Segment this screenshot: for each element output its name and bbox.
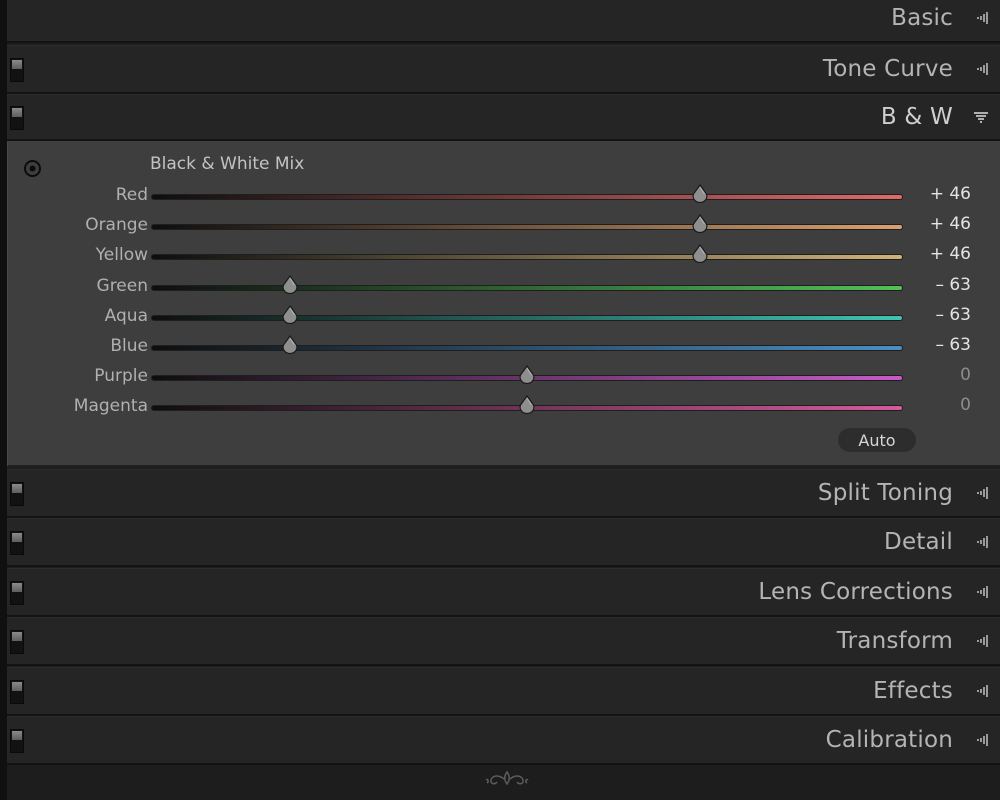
triangle-left-icon[interactable]	[972, 633, 990, 649]
panel-header-calibration[interactable]: Calibration	[7, 716, 1000, 765]
panel-header-lens-corrections[interactable]: Lens Corrections	[7, 568, 1000, 617]
panel-toggle-detail[interactable]	[10, 531, 24, 555]
panel-title-split-toning: Split Toning	[817, 480, 953, 506]
slider-track-yellow[interactable]	[151, 254, 903, 261]
slider-thumb-purple[interactable]	[518, 365, 536, 385]
slider-thumb-red[interactable]	[691, 184, 709, 204]
develop-panel-stack: Basic Tone Curve B & W Black & White Mix…	[0, 0, 1000, 800]
slider-track-orange[interactable]	[151, 224, 903, 231]
panel-title-calibration: Calibration	[825, 727, 953, 753]
slider-track-red[interactable]	[151, 194, 903, 200]
panel-header-split-toning[interactable]: Split Toning	[7, 469, 1000, 518]
panel-title-lens-corrections: Lens Corrections	[758, 579, 953, 605]
triangle-left-icon[interactable]	[972, 534, 990, 550]
triangle-left-icon[interactable]	[972, 10, 990, 26]
triangle-left-icon[interactable]	[972, 683, 990, 699]
slider-label-aqua: Aqua	[104, 305, 148, 326]
slider-row-aqua: Aqua – 63	[8, 303, 1000, 333]
slider-label-purple: Purple	[94, 366, 148, 387]
triangle-left-icon[interactable]	[972, 584, 990, 600]
slider-thumb-orange[interactable]	[691, 214, 709, 234]
triangle-down-icon[interactable]	[972, 109, 990, 125]
section-title-bw-mix: Black & White Mix	[150, 154, 305, 174]
slider-row-yellow: Yellow + 46	[8, 242, 1000, 272]
slider-label-green: Green	[96, 275, 148, 296]
slider-value-aqua[interactable]: – 63	[913, 305, 971, 325]
panel-header-basic[interactable]: Basic	[7, 0, 1000, 43]
panel-toggle-split-toning[interactable]	[10, 482, 24, 506]
slider-thumb-green[interactable]	[281, 274, 299, 295]
slider-track-aqua[interactable]	[151, 314, 903, 321]
panel-end-ornament-icon	[482, 768, 532, 790]
panel-body-bw: Black & White Mix Red + 46 Orange + 46 Yello…	[7, 141, 1000, 467]
slider-label-blue: Blue	[110, 336, 148, 356]
slider-label-magenta: Magenta	[73, 396, 148, 417]
panel-toggle-transform[interactable]	[10, 630, 24, 654]
slider-label-red: Red	[115, 185, 148, 205]
slider-track-blue[interactable]	[151, 345, 903, 351]
slider-row-blue: Blue – 63	[8, 333, 1000, 363]
panel-toggle-lens-corrections[interactable]	[10, 581, 24, 605]
slider-value-green[interactable]: – 63	[913, 275, 971, 295]
panel-title-transform: Transform	[836, 628, 953, 654]
panel-toggle-calibration[interactable]	[10, 729, 24, 753]
target-adjustment-icon[interactable]	[23, 159, 42, 178]
panel-toggle-bw[interactable]	[10, 106, 24, 130]
panel-title-effects: Effects	[873, 678, 953, 704]
slider-row-magenta: Magenta 0	[8, 393, 1000, 423]
slider-thumb-aqua[interactable]	[281, 304, 299, 325]
panel-header-detail[interactable]: Detail	[7, 518, 1000, 567]
auto-button[interactable]: Auto	[838, 428, 916, 452]
panel-toggle-tone-curve[interactable]	[10, 58, 24, 82]
slider-label-yellow: Yellow	[95, 245, 148, 266]
panel-title-basic: Basic	[891, 5, 953, 31]
triangle-left-icon[interactable]	[972, 732, 990, 748]
slider-thumb-yellow[interactable]	[691, 244, 709, 264]
slider-value-yellow[interactable]: + 46	[913, 244, 971, 264]
panel-title-tone-curve: Tone Curve	[822, 56, 953, 82]
slider-row-orange: Orange + 46	[8, 212, 1000, 242]
panel-header-tone-curve[interactable]: Tone Curve	[7, 45, 1000, 94]
slider-label-orange: Orange	[85, 215, 148, 236]
slider-track-green[interactable]	[151, 284, 903, 291]
panel-header-effects[interactable]: Effects	[7, 667, 1000, 716]
panel-toggle-effects[interactable]	[10, 680, 24, 704]
panel-title-detail: Detail	[884, 529, 953, 555]
slider-thumb-blue[interactable]	[281, 335, 299, 355]
slider-value-blue[interactable]: – 63	[913, 335, 971, 355]
panel-title-bw: B & W	[880, 104, 953, 130]
panel-header-bw[interactable]: B & W	[7, 94, 1000, 141]
slider-thumb-magenta[interactable]	[518, 395, 536, 415]
slider-value-red[interactable]: + 46	[913, 184, 971, 204]
triangle-left-icon[interactable]	[972, 61, 990, 77]
slider-value-purple[interactable]: 0	[913, 365, 971, 385]
triangle-left-icon[interactable]	[972, 485, 990, 501]
slider-value-orange[interactable]: + 46	[913, 214, 971, 234]
slider-row-purple: Purple 0	[8, 363, 1000, 393]
panel-header-transform[interactable]: Transform	[7, 617, 1000, 666]
slider-row-green: Green – 63	[8, 273, 1000, 303]
slider-row-red: Red + 46	[8, 182, 1000, 212]
slider-value-magenta[interactable]: 0	[913, 395, 971, 415]
